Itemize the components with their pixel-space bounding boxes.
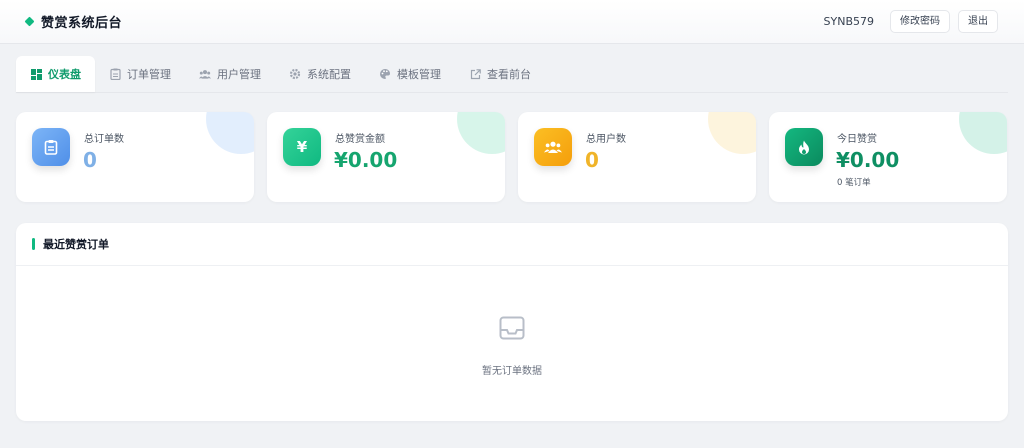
- nav-tabs: 仪表盘 订单管理 用户管理 系统配置 模板管理 查看前台: [16, 56, 1008, 93]
- change-password-button[interactable]: 修改密码: [890, 10, 950, 33]
- tab-orders[interactable]: 订单管理: [95, 56, 185, 92]
- empty-state: 暂无订单数据: [16, 266, 1008, 421]
- app-title: 赞赏系统后台: [41, 16, 123, 31]
- card-decoration: [959, 112, 1007, 154]
- card-decoration: [206, 112, 254, 154]
- stat-card-total-orders: 总订单数 0: [16, 112, 254, 202]
- dashboard-icon: [30, 68, 42, 80]
- fire-icon: [785, 128, 823, 166]
- recent-orders-panel: 最近赞赏订单 暂无订单数据: [16, 223, 1008, 421]
- empty-text: 暂无订单数据: [482, 366, 542, 377]
- stat-label: 今日赞赏: [837, 134, 877, 145]
- tab-view-frontend[interactable]: 查看前台: [455, 56, 545, 92]
- stat-label: 总用户数: [586, 134, 626, 145]
- tab-users-label: 用户管理: [217, 68, 261, 81]
- yen-icon: ¥: [283, 128, 321, 166]
- stat-sub-label: 0 笔订单: [837, 178, 871, 188]
- tab-settings-label: 系统配置: [307, 68, 351, 81]
- clipboard-icon: [32, 128, 70, 166]
- stat-label: 总赞赏金额: [335, 134, 385, 145]
- stat-value: ¥0.00: [836, 148, 900, 172]
- username-label: SYNB579: [823, 15, 874, 28]
- card-decoration: [708, 112, 756, 154]
- brand: 赞赏系统后台: [24, 12, 123, 31]
- stat-card-today-amount: 今日赞赏 ¥0.00 0 笔订单: [769, 112, 1007, 202]
- tab-dashboard-label: 仪表盘: [48, 68, 81, 81]
- tab-orders-label: 订单管理: [127, 68, 171, 81]
- inbox-icon: [499, 316, 525, 344]
- panel-title: 最近赞赏订单: [43, 238, 109, 251]
- logout-button[interactable]: 退出: [958, 10, 998, 33]
- tab-settings[interactable]: 系统配置: [275, 56, 365, 92]
- tab-users[interactable]: 用户管理: [185, 56, 275, 92]
- palette-icon: [379, 68, 391, 80]
- users-icon: [534, 128, 572, 166]
- header-actions: SYNB579 修改密码 退出: [824, 10, 998, 33]
- tab-view-frontend-label: 查看前台: [487, 68, 531, 81]
- tab-templates-label: 模板管理: [397, 68, 441, 81]
- stat-value: 0: [83, 148, 97, 172]
- stat-value: 0: [585, 148, 599, 172]
- tab-dashboard[interactable]: 仪表盘: [16, 56, 95, 92]
- accent-bar: [32, 238, 35, 250]
- brand-diamond-icon: [24, 16, 35, 27]
- tab-templates[interactable]: 模板管理: [365, 56, 455, 92]
- external-link-icon: [469, 68, 481, 80]
- card-decoration: [457, 112, 505, 154]
- stat-label: 总订单数: [84, 134, 124, 145]
- top-header: 赞赏系统后台 SYNB579 修改密码 退出: [0, 0, 1024, 44]
- stat-value: ¥0.00: [334, 148, 398, 172]
- stat-card-total-amount: ¥ 总赞赏金额 ¥0.00: [267, 112, 505, 202]
- users-icon: [199, 68, 211, 80]
- stat-card-total-users: 总用户数 0: [518, 112, 756, 202]
- panel-header: 最近赞赏订单: [16, 223, 1008, 266]
- clipboard-icon: [109, 68, 121, 80]
- gear-icon: [289, 68, 301, 80]
